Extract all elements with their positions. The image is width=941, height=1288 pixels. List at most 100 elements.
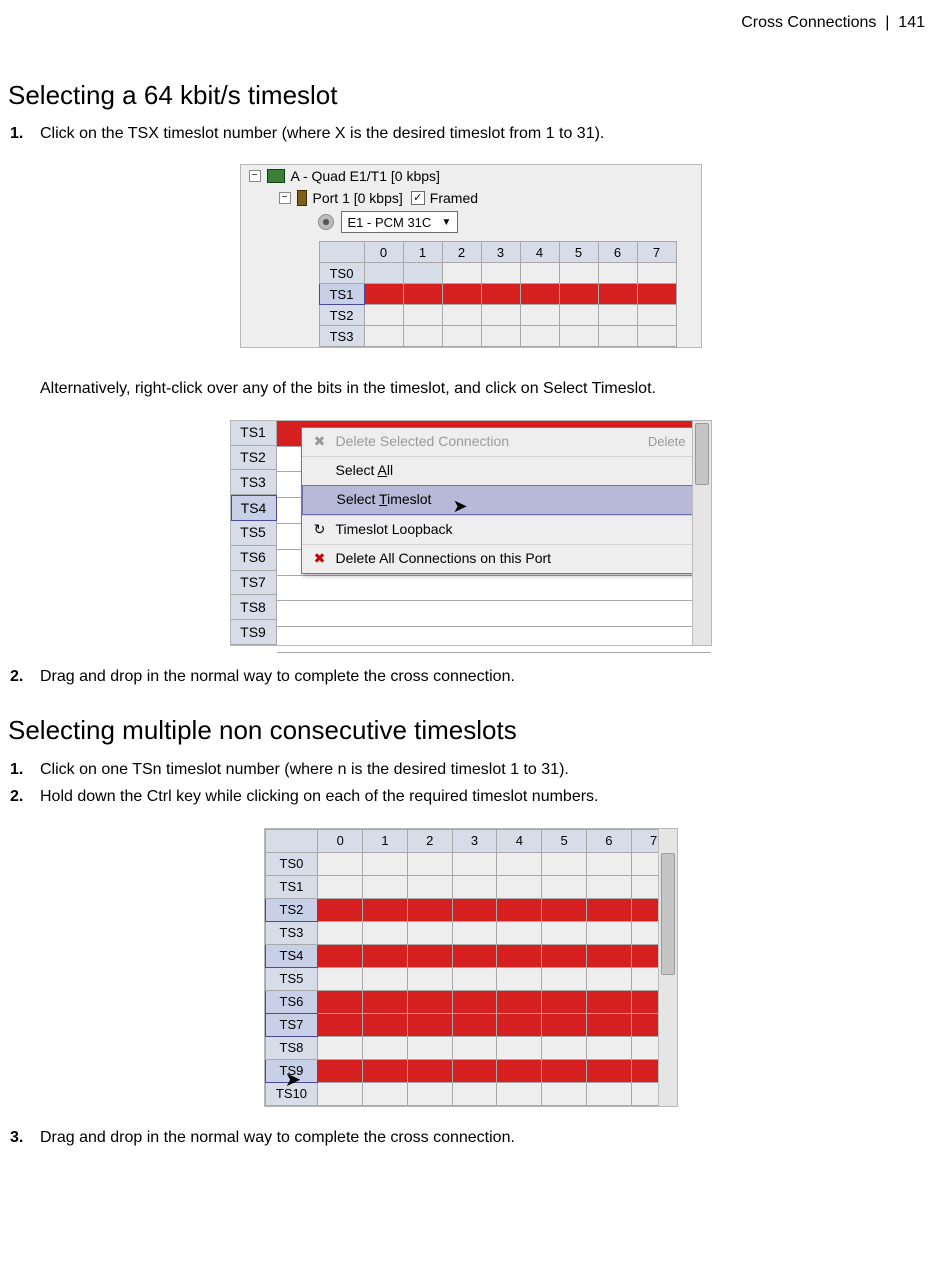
col-header: 5	[559, 242, 598, 263]
framing-combo[interactable]: E1 - PCM 31C ▼	[341, 211, 459, 233]
delete-icon: ✖	[310, 432, 330, 451]
header-page-number: 141	[898, 14, 925, 31]
context-menu: ✖ Delete Selected Connection Delete Sele…	[301, 427, 697, 574]
table-row[interactable]: TS10	[265, 1082, 676, 1105]
row-label[interactable]: TS4	[265, 944, 318, 967]
loopback-icon: ↻	[310, 520, 330, 539]
delete-icon: ✖	[310, 549, 330, 568]
chevron-down-icon: ▼	[441, 216, 451, 230]
table-row[interactable]: TS0	[319, 263, 676, 284]
heading-select-multiple: Selecting multiple non consecutive times…	[8, 713, 933, 748]
col-header: 6	[598, 242, 637, 263]
menu-label: Select Timeslot	[337, 490, 432, 509]
table-row-selected[interactable]: TS7	[265, 1013, 676, 1036]
row-label[interactable]: TS1	[265, 875, 318, 898]
col-header: 4	[520, 242, 559, 263]
row-label[interactable]: TS1	[319, 284, 364, 305]
table-row-selected[interactable]: TS9	[265, 1059, 676, 1082]
row-label[interactable]: TS2	[265, 898, 318, 921]
col-header: 3	[481, 242, 520, 263]
table-row[interactable]: TS8	[265, 1036, 676, 1059]
menu-label: Delete Selected Connection	[336, 432, 510, 451]
table-row[interactable]: TS1	[265, 875, 676, 898]
step2-1: 1. Click on one TSn timeslot number (whe…	[8, 759, 933, 781]
table-row-selected[interactable]: TS1	[319, 284, 676, 305]
table-row[interactable]: TS3	[265, 921, 676, 944]
figure-timeslot-tree: − A - Quad E1/T1 [0 kbps] − Port 1 [0 kb…	[240, 164, 702, 348]
row-label[interactable]: TS2	[231, 446, 277, 471]
row-label[interactable]: TS3	[265, 921, 318, 944]
row-label[interactable]: TS5	[231, 521, 277, 546]
menu-label: Delete All Connections on this Port	[336, 549, 552, 568]
col-header: 3	[452, 829, 497, 852]
timeslot-table: 0 1 2 3 4 5 6 7 TS0 TS1	[319, 241, 677, 347]
row-label[interactable]: TS6	[231, 546, 277, 571]
step1-alt-text: Alternatively, right-click over any of t…	[40, 378, 933, 400]
scrollbar[interactable]	[658, 829, 677, 1106]
scrollbar-thumb[interactable]	[695, 423, 709, 485]
table-row[interactable]: TS0	[265, 852, 676, 875]
tree-collapse-icon[interactable]: −	[279, 192, 291, 204]
menu-label: Timeslot Loopback	[336, 520, 453, 539]
tree-port-label[interactable]: Port 1 [0 kbps]	[313, 189, 403, 208]
row-label[interactable]: TS3	[231, 470, 277, 495]
menu-delete-all-port[interactable]: ✖ Delete All Connections on this Port	[302, 544, 696, 573]
timeslot-table: 0 1 2 3 4 5 6 7 TS0 TS1 TS2 TS3 TS4 TS5 …	[265, 829, 677, 1106]
heading-select-64k: Selecting a 64 kbit/s timeslot	[8, 78, 933, 113]
col-header: 5	[542, 829, 587, 852]
step-number: 2.	[8, 666, 40, 688]
row-label[interactable]: TS8	[265, 1036, 318, 1059]
scrollbar[interactable]	[692, 421, 711, 645]
step2-3: 3. Drag and drop in the normal way to co…	[8, 1127, 933, 1149]
row-label-selected[interactable]: TS4	[231, 495, 277, 521]
table-row[interactable]: TS3	[319, 326, 676, 347]
row-label[interactable]: TS0	[319, 263, 364, 284]
col-header: 6	[586, 829, 631, 852]
step-text: Drag and drop in the normal way to compl…	[40, 666, 933, 688]
step-text: Hold down the Ctrl key while clicking on…	[40, 786, 933, 808]
gear-icon[interactable]	[319, 215, 333, 229]
port-icon	[297, 190, 307, 206]
menu-timeslot-loopback[interactable]: ↻ Timeslot Loopback	[302, 515, 696, 544]
row-label[interactable]: TS0	[265, 852, 318, 875]
col-header: 0	[364, 242, 403, 263]
table-row-selected[interactable]: TS6	[265, 990, 676, 1013]
col-header: 4	[497, 829, 542, 852]
tree-collapse-icon[interactable]: −	[249, 170, 261, 182]
table-row-selected[interactable]: TS2	[265, 898, 676, 921]
menu-label: Select All	[336, 461, 394, 480]
step1-1: 1. Click on the TSX timeslot number (whe…	[8, 123, 933, 145]
menu-select-timeslot[interactable]: Select Timeslot ➤	[302, 485, 696, 515]
menu-shortcut: Delete	[648, 433, 686, 451]
row-labels-column: TS1 TS2 TS3 TS4 TS5 TS6 TS7 TS8 TS9	[231, 421, 277, 645]
table-row[interactable]: TS5	[265, 967, 676, 990]
row-label[interactable]: TS8	[231, 595, 277, 620]
step-number: 2.	[8, 786, 40, 808]
scrollbar-thumb[interactable]	[661, 853, 675, 975]
row-label[interactable]: TS9	[231, 620, 277, 645]
table-row[interactable]: TS2	[319, 305, 676, 326]
table-row-selected[interactable]: TS4	[265, 944, 676, 967]
step-number: 1.	[8, 123, 40, 145]
header-section: Cross Connections	[741, 14, 876, 31]
row-label[interactable]: TS7	[231, 571, 277, 596]
step-number: 3.	[8, 1127, 40, 1149]
cursor-icon: ➤	[285, 1067, 302, 1094]
step1-2: 2. Drag and drop in the normal way to co…	[8, 666, 933, 688]
figure-context-menu: TS1 TS2 TS3 TS4 TS5 TS6 TS7 TS8 TS9 ✖ De…	[230, 420, 712, 646]
framed-checkbox[interactable]: ✓	[411, 191, 425, 205]
framed-label: Framed	[430, 189, 478, 208]
row-label[interactable]: TS1	[231, 421, 277, 446]
row-label[interactable]: TS2	[319, 305, 364, 326]
menu-select-all[interactable]: Select All	[302, 456, 696, 485]
step-number: 1.	[8, 759, 40, 781]
row-label[interactable]: TS3	[319, 326, 364, 347]
row-label[interactable]: TS7	[265, 1013, 318, 1036]
row-label[interactable]: TS6	[265, 990, 318, 1013]
col-header: 1	[363, 829, 408, 852]
col-header: 1	[403, 242, 442, 263]
row-label[interactable]: TS5	[265, 967, 318, 990]
step-text: Click on the TSX timeslot number (where …	[40, 123, 933, 145]
tree-card-label[interactable]: A - Quad E1/T1 [0 kbps]	[291, 167, 440, 186]
combo-value: E1 - PCM 31C	[348, 214, 432, 232]
